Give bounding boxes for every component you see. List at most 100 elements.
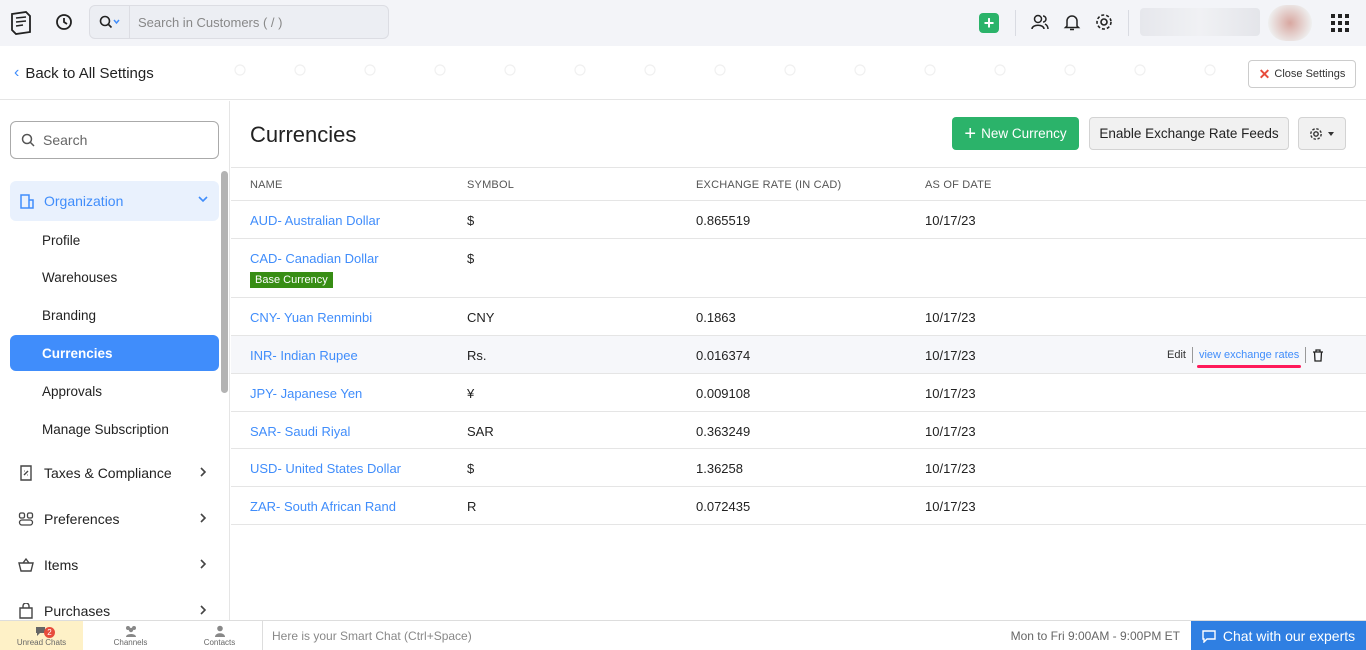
currency-symbol: SAR [467, 424, 494, 439]
highlight-underline [1196, 365, 1302, 368]
table-header: NAME SYMBOL EXCHANGE RATE (IN CAD) AS OF… [231, 167, 1366, 201]
column-name: NAME [250, 179, 283, 191]
settings-menu-button[interactable] [1298, 117, 1346, 150]
quick-create-button[interactable]: + [979, 13, 999, 33]
table-row[interactable]: AUD- Australian Dollar $ 0.865519 10/17/… [231, 201, 1366, 239]
contacts-tab[interactable]: Contacts [177, 621, 262, 650]
chevron-left-icon: ‹ [14, 64, 20, 81]
column-symbol: SYMBOL [467, 179, 515, 191]
new-currency-label: New Currency [981, 126, 1067, 141]
gear-icon [1310, 127, 1322, 140]
table-row[interactable]: CNY- Yuan Renminbi CNY 0.1863 10/17/23 [231, 298, 1366, 336]
divider [1191, 347, 1193, 363]
exchange-rate: 0.009108 [696, 386, 751, 401]
trash-icon[interactable] [1312, 348, 1324, 362]
table-row[interactable]: USD- United States Dollar $ 1.36258 10/1… [231, 449, 1366, 487]
channels-tab[interactable]: Channels [88, 621, 173, 650]
chat-with-experts-label: Chat with our experts [1222, 628, 1356, 644]
currency-name-link[interactable]: SAR- Saudi Riyal [250, 424, 350, 439]
as-of-date: 10/17/23 [925, 386, 976, 401]
users-icon[interactable] [1030, 12, 1050, 32]
currency-name-link[interactable]: CNY- Yuan Renminbi [250, 310, 372, 325]
currency-symbol: $ [467, 213, 475, 228]
group-icon [125, 626, 136, 637]
exchange-rate: 0.363249 [696, 424, 751, 439]
smart-chat-placeholder: Here is your Smart Chat (Ctrl+Space) [272, 629, 472, 643]
base-currency-badge: Base Currency [250, 272, 333, 288]
edit-link[interactable]: Edit [1167, 349, 1186, 361]
building-icon [20, 194, 34, 209]
table-row[interactable]: INR- Indian Rupee Rs. 0.016374 10/17/23 … [231, 336, 1366, 374]
back-to-settings-link[interactable]: ‹ Back to All Settings [14, 64, 154, 82]
table-row[interactable]: SAR- Saudi Riyal SAR 0.363249 10/17/23 [231, 412, 1366, 449]
view-exchange-rates-link[interactable]: view exchange rates [1196, 349, 1302, 368]
bell-icon[interactable] [1062, 12, 1082, 32]
sidebar-group-preferences[interactable]: Preferences [10, 500, 219, 538]
global-search[interactable]: Search in Customers ( / ) [89, 5, 389, 39]
view-exchange-rates-label: view exchange rates [1198, 349, 1300, 361]
avatar[interactable] [1268, 5, 1312, 41]
table-row[interactable]: JPY- Japanese Yen ¥ 0.009108 10/17/23 [231, 374, 1366, 412]
close-icon: ✕ [1258, 65, 1271, 82]
sidebar-scrollbar[interactable] [221, 171, 228, 393]
currency-name-link[interactable]: CAD- Canadian Dollar [250, 251, 379, 266]
currency-name-link[interactable]: USD- United States Dollar [250, 461, 401, 476]
sidebar-group-purchases[interactable]: Purchases [10, 592, 219, 620]
exchange-rate: 0.865519 [696, 213, 751, 228]
currency-name-link[interactable]: ZAR- South African Rand [250, 499, 396, 514]
column-exchange-rate: EXCHANGE RATE (IN CAD) [696, 179, 842, 191]
exchange-rate: 0.016374 [696, 348, 751, 363]
smart-chat-input[interactable]: Here is your Smart Chat (Ctrl+Space) Mon… [262, 621, 1190, 650]
row-actions: Edit view exchange rates [1167, 347, 1324, 368]
organization-name-blurred[interactable] [1140, 8, 1260, 36]
currencies-panel: Currencies + New Currency Enable Exchang… [231, 101, 1366, 620]
apps-grid-icon[interactable] [1331, 14, 1349, 32]
sidebar-search-input[interactable]: Search [10, 121, 219, 159]
currency-name-link[interactable]: INR- Indian Rupee [250, 348, 358, 363]
sidebar-item-manage-subscription[interactable]: Manage Subscription [10, 411, 219, 447]
new-currency-button[interactable]: + New Currency [952, 117, 1079, 150]
sidebar-item-approvals[interactable]: Approvals [10, 373, 219, 409]
currency-symbol: ¥ [467, 386, 475, 401]
exchange-rate: 1.36258 [696, 461, 743, 476]
sidebar-group-items[interactable]: Items [10, 546, 219, 584]
sidebar-group-label: Purchases [44, 603, 111, 619]
column-as-of-date: AS OF DATE [925, 179, 992, 191]
close-settings-label: Close Settings [1274, 68, 1346, 80]
sidebar-group-taxes[interactable]: Taxes & Compliance [10, 454, 219, 492]
page-title: Currencies [250, 122, 357, 147]
enable-exchange-rate-feeds-button[interactable]: Enable Exchange Rate Feeds [1089, 117, 1289, 150]
channels-label: Channels [113, 638, 148, 647]
search-scope-dropdown[interactable] [90, 6, 130, 38]
recent-history-icon[interactable] [54, 12, 74, 32]
chevron-down-icon [198, 196, 208, 203]
table-row[interactable]: CAD- Canadian Dollar $ Base Currency [231, 239, 1366, 298]
sidebar-item-warehouses[interactable]: Warehouses [10, 259, 219, 295]
sidebar-group-label: Taxes & Compliance [44, 465, 172, 481]
sidebar-item-profile[interactable]: Profile [10, 222, 219, 258]
chat-with-experts-button[interactable]: Chat with our experts [1191, 621, 1366, 650]
sidebar-item-branding[interactable]: Branding [10, 297, 219, 333]
as-of-date: 10/17/23 [925, 461, 976, 476]
table-row[interactable]: ZAR- South African Rand R 0.072435 10/17… [231, 487, 1366, 525]
sidebar-item-currencies[interactable]: Currencies [10, 335, 219, 371]
sidebar-group-organization[interactable]: Organization [10, 181, 219, 221]
gear-icon[interactable] [1094, 12, 1114, 32]
close-settings-button[interactable]: ✕ Close Settings [1248, 60, 1356, 88]
contacts-label: Contacts [203, 638, 236, 647]
bag-icon [19, 603, 33, 619]
chat-icon [1202, 629, 1216, 643]
currency-symbol: Rs. [467, 348, 487, 363]
currency-name-link[interactable]: AUD- Australian Dollar [250, 213, 380, 228]
chevron-right-icon [200, 559, 207, 569]
currency-name-link[interactable]: JPY- Japanese Yen [250, 386, 362, 401]
app-logo-icon[interactable] [8, 10, 34, 36]
exchange-rate: 0.1863 [696, 310, 736, 325]
top-bar: Search in Customers ( / ) + [0, 0, 1366, 46]
unread-chats-tab[interactable]: Unread Chats 2 [0, 621, 83, 650]
user-icon [214, 625, 225, 637]
back-label: Back to All Settings [25, 64, 154, 82]
sliders-icon [18, 512, 34, 526]
global-search-input[interactable]: Search in Customers ( / ) [138, 15, 283, 30]
settings-sidebar: Search Organization Profile Warehouses B… [0, 101, 230, 620]
